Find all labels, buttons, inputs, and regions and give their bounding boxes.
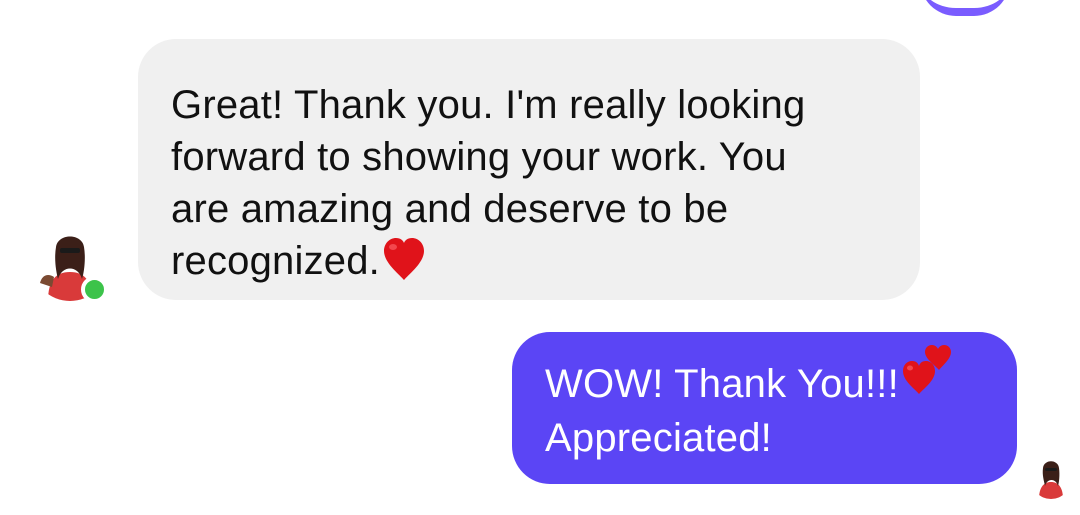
read-receipt-avatar: [1030, 455, 1072, 499]
sent-message-line-2: Appreciated!: [545, 416, 772, 461]
received-message-line-4: recognized.: [171, 235, 888, 287]
received-message-line-2: forward to showing your work. You: [171, 135, 787, 179]
two-hearts-icon: [901, 344, 959, 396]
received-message-line-3: are amazing and deserve to be: [171, 187, 729, 231]
received-message-line-1: Great! Thank you. I'm really looking: [171, 83, 806, 127]
received-message-line-4-text: recognized.: [171, 239, 380, 283]
online-status-indicator: [81, 276, 108, 303]
received-message-bubble[interactable]: Great! Thank you. I'm really looking for…: [138, 39, 920, 300]
red-heart-icon: [382, 236, 426, 282]
previous-message-fragment: [920, 0, 1010, 16]
sent-message-line-1: WOW! Thank You!!!: [545, 345, 997, 412]
sent-message-line-1-text: WOW! Thank You!!!: [545, 362, 899, 406]
sent-message-bubble[interactable]: WOW! Thank You!!! Appreciated!: [512, 332, 1017, 484]
